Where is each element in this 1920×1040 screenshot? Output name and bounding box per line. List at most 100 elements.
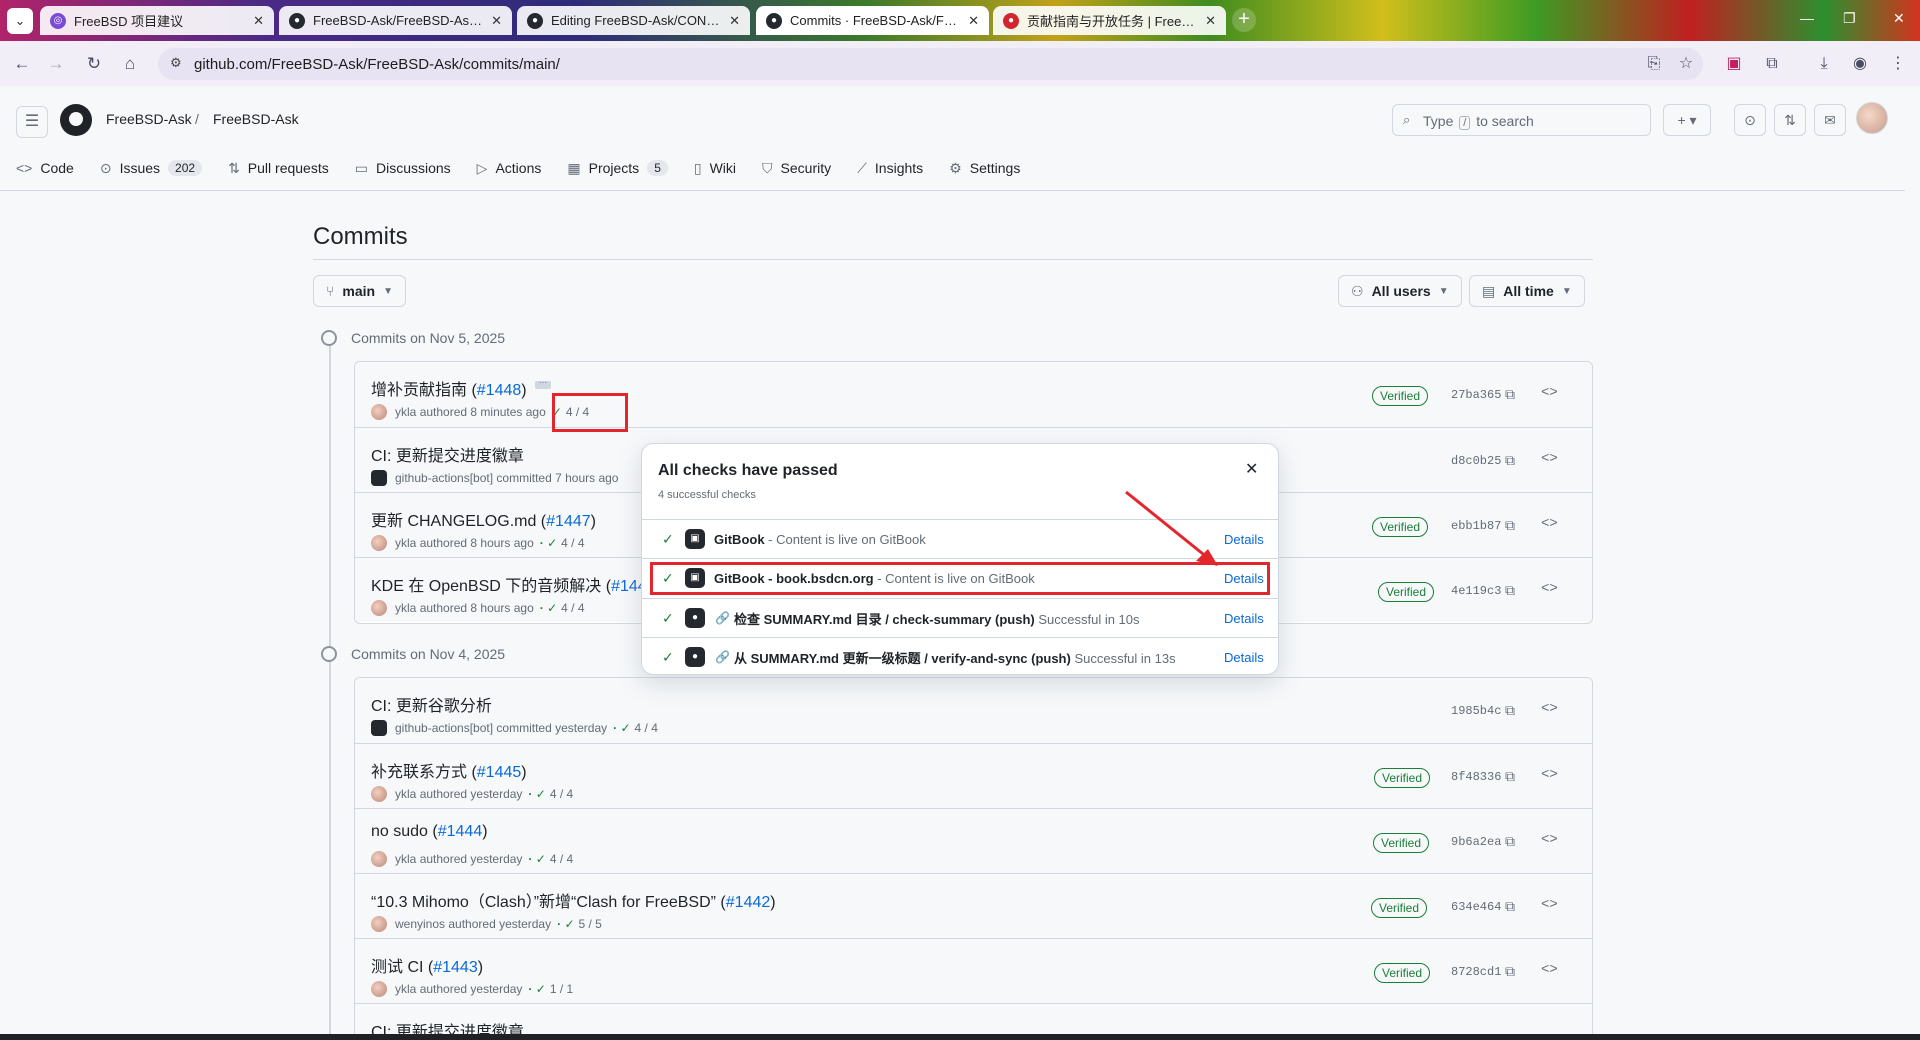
browse-code-icon[interactable]: <>: [1541, 451, 1558, 467]
copy-icon[interactable]: ⧉: [1505, 517, 1515, 534]
check-icon[interactable]: · ✓: [540, 536, 557, 550]
browser-tab-2[interactable]: ● FreeBSD-Ask/FreeBSD-Ask.git ✕: [279, 6, 512, 35]
avatar[interactable]: [371, 535, 387, 551]
browse-code-icon[interactable]: <>: [1541, 897, 1558, 913]
tab-actions[interactable]: ▷ Actions: [477, 156, 542, 180]
user-avatar[interactable]: [1856, 102, 1888, 134]
checks-status[interactable]: 4 / 4: [550, 852, 573, 866]
github-logo-icon[interactable]: [60, 104, 92, 136]
browse-code-icon[interactable]: <>: [1541, 385, 1558, 401]
commit-sha[interactable]: 634e464: [1451, 900, 1501, 914]
checks-status[interactable]: 4 / 4: [550, 787, 573, 801]
checks-status[interactable]: 5 / 5: [579, 917, 602, 931]
tab-settings[interactable]: ⚙ Settings: [949, 156, 1020, 180]
new-tab-button[interactable]: +: [1232, 8, 1256, 32]
details-link[interactable]: Details: [1224, 532, 1264, 547]
check-icon[interactable]: · ✓: [613, 721, 630, 735]
check-icon[interactable]: · ✓: [540, 601, 557, 615]
close-tab-icon[interactable]: ✕: [729, 13, 740, 29]
browser-tab-3[interactable]: ● Editing FreeBSD-Ask/CONTR ✕: [517, 6, 750, 35]
author-link[interactable]: ykla: [395, 405, 416, 419]
commit-sha[interactable]: ebb1b87: [1451, 519, 1501, 533]
browser-tab-1[interactable]: ◎ FreeBSD 项目建议 ✕: [40, 6, 274, 35]
check-icon[interactable]: · ✓: [528, 787, 545, 801]
commit-sha[interactable]: 9b6a2ea: [1451, 835, 1501, 849]
avatar[interactable]: [371, 916, 387, 932]
verified-badge[interactable]: Verified: [1374, 963, 1431, 983]
breadcrumb-owner[interactable]: FreeBSD-Ask: [106, 111, 192, 127]
commit-sha[interactable]: 4e119c3: [1451, 584, 1501, 598]
verified-badge[interactable]: Verified: [1371, 898, 1428, 918]
author-link[interactable]: github-actions[bot]: [395, 471, 493, 485]
commit-row[interactable]: 补充联系方式 (#1445) ykla authored yesterday · …: [355, 743, 1592, 808]
commit-sha[interactable]: d8c0b25: [1451, 454, 1501, 468]
address-bar[interactable]: ⚙ github.com/FreeBSD-Ask/FreeBSD-Ask/com…: [158, 48, 1703, 80]
author-link[interactable]: github-actions[bot]: [395, 721, 493, 735]
inbox-icon[interactable]: ✉: [1814, 104, 1846, 136]
forward-arrow-icon[interactable]: →: [44, 52, 68, 76]
copy-icon[interactable]: ⧉: [1505, 768, 1515, 785]
checks-status[interactable]: 4 / 4: [561, 536, 584, 550]
check-icon[interactable]: · ✓: [557, 917, 574, 931]
extensions-icon[interactable]: ⧉: [1760, 52, 1784, 76]
copy-icon[interactable]: ⧉: [1505, 963, 1515, 980]
branch-select-button[interactable]: ⑂ main ▼: [313, 275, 406, 307]
copy-icon[interactable]: ⧉: [1505, 452, 1515, 469]
pr-link[interactable]: #1445: [477, 764, 522, 781]
commit-message[interactable]: 增补贡献指南 (#1448): [371, 376, 527, 400]
copy-icon[interactable]: ⧉: [1505, 386, 1515, 403]
tab-insights[interactable]: ⟋ Insights: [857, 156, 923, 180]
commit-sha[interactable]: 8f48336: [1451, 770, 1501, 784]
tab-security[interactable]: ⛉ Security: [762, 156, 831, 180]
tab-issues[interactable]: ⊙ Issues 202: [100, 156, 203, 180]
close-tab-icon[interactable]: ✕: [253, 13, 264, 29]
page-scrollbar[interactable]: [1905, 86, 1920, 1034]
checks-status[interactable]: 1 / 1: [550, 982, 573, 996]
commit-sha[interactable]: 8728cd1: [1451, 965, 1501, 979]
tab-pull-requests[interactable]: ⇅ Pull requests: [228, 156, 329, 180]
commit-sha[interactable]: 1985b4c: [1451, 704, 1501, 718]
pr-link[interactable]: #1443: [433, 959, 478, 976]
avatar[interactable]: [371, 404, 387, 420]
browser-tab-5[interactable]: ● 贡献指南与开放任务 | FreeBSD ✕: [993, 6, 1226, 35]
commit-sha[interactable]: 27ba365: [1451, 388, 1501, 402]
pr-link[interactable]: #1448: [477, 382, 522, 399]
time-filter-button[interactable]: ▤ All time ▼: [1469, 275, 1585, 307]
close-tab-icon[interactable]: ✕: [1205, 13, 1216, 29]
avatar[interactable]: [371, 600, 387, 616]
tab-code[interactable]: <> Code: [16, 156, 74, 180]
create-new-button[interactable]: + ▾: [1663, 104, 1711, 136]
verified-badge[interactable]: Verified: [1372, 517, 1429, 537]
tab-search-button[interactable]: ⌄: [7, 8, 33, 34]
copy-icon[interactable]: ⧉: [1505, 833, 1515, 850]
search-input[interactable]: ⌕ Type / to search: [1392, 104, 1651, 136]
browse-code-icon[interactable]: <>: [1541, 767, 1558, 783]
commit-row[interactable]: “10.3 Mihomo（Clash）”新增“Clash for FreeBSD…: [355, 873, 1592, 938]
avatar[interactable]: [371, 786, 387, 802]
copy-icon[interactable]: ⧉: [1505, 582, 1515, 599]
close-window-icon[interactable]: ✕: [1893, 10, 1905, 27]
commit-message[interactable]: KDE 在 OpenBSD 下的音频解决 (#144: [371, 572, 647, 596]
verified-badge[interactable]: Verified: [1374, 768, 1431, 788]
pull-requests-icon[interactable]: ⇅: [1774, 104, 1806, 136]
commit-message[interactable]: 测试 CI (#1443): [371, 953, 483, 977]
commit-message[interactable]: CI: 更新谷歌分析: [371, 692, 492, 716]
copy-icon[interactable]: ⧉: [1505, 702, 1515, 719]
checks-status[interactable]: 4 / 4: [635, 721, 658, 735]
bookmark-star-icon[interactable]: ☆: [1674, 52, 1698, 76]
browse-code-icon[interactable]: <>: [1541, 581, 1558, 597]
check-icon[interactable]: · ✓: [528, 852, 545, 866]
copy-icon[interactable]: ⧉: [1505, 898, 1515, 915]
expand-message-button[interactable]: ···: [535, 379, 551, 389]
commit-message[interactable]: “10.3 Mihomo（Clash）”新增“Clash for FreeBSD…: [371, 888, 776, 912]
breadcrumb-repo[interactable]: FreeBSD-Ask: [213, 111, 299, 127]
browser-menu-icon[interactable]: ⋮: [1886, 52, 1910, 76]
profile-avatar-icon[interactable]: ◉: [1848, 52, 1872, 76]
tab-wiki[interactable]: ▯ Wiki: [694, 156, 736, 180]
verified-badge[interactable]: Verified: [1372, 386, 1429, 406]
browser-tab-4-active[interactable]: ● Commits · FreeBSD-Ask/Free ✕: [756, 6, 989, 35]
hamburger-menu-icon[interactable]: ☰: [16, 106, 48, 138]
avatar[interactable]: [371, 981, 387, 997]
close-tab-icon[interactable]: ✕: [968, 13, 979, 29]
pr-link[interactable]: #1442: [726, 894, 771, 911]
